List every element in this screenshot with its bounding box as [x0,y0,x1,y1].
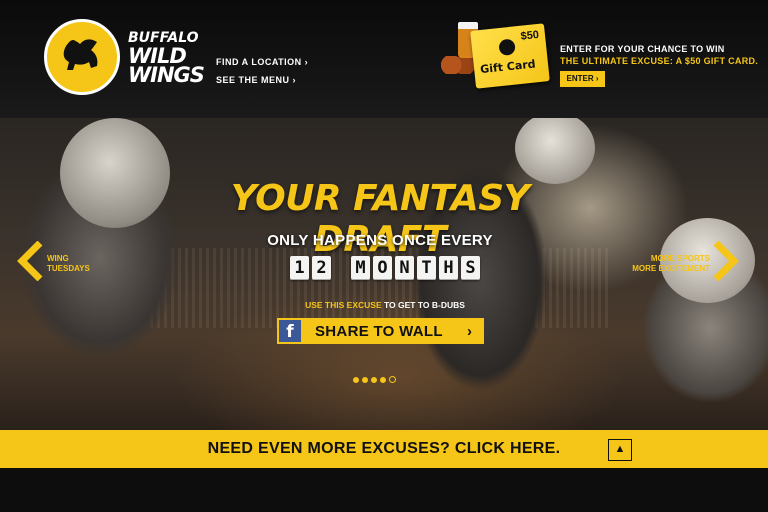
flip-char: M [351,256,370,280]
flip-char: 2 [312,256,331,280]
facebook-icon: f [279,320,301,342]
brand-wordmark[interactable]: Buffalo Wild Wings [128,30,208,87]
excuse-caption: Use this excuse to get to B-Dubs [280,300,490,310]
nav-see-menu[interactable]: See the Menu › [216,75,296,85]
flip-counter: 1 2 M O N T H S [290,256,483,282]
site-header: Buffalo Wild Wings Find a Location › See … [0,0,768,118]
next-label-line-2: More Excitement [632,264,710,273]
flip-char: 1 [290,256,309,280]
share-to-wall-button[interactable]: f Share to Wall › [277,318,484,344]
next-slide-button[interactable] [712,240,740,282]
next-label-line-1: More Sports [650,254,710,263]
enter-button-label: Enter [566,74,594,83]
helmet-center-image [515,118,595,184]
share-button-label: Share to Wall [315,322,443,340]
flip-char: O [373,256,392,280]
gift-card-image[interactable]: $50 Gift Card [470,23,550,89]
more-excuses-link[interactable]: Need even more excuses? Click here. [0,430,768,468]
footer-cta-bar: Need even more excuses? Click here. [0,430,768,468]
caret-up-icon: ▲ [614,443,626,455]
carousel-dot[interactable] [353,377,359,383]
promo-line-1: Enter for your chance to win [560,44,725,54]
chevron-right-icon: › [467,322,472,340]
excuse-highlight: Use this excuse [305,300,382,310]
prev-slide-label[interactable]: Wing Tuesdays [47,254,90,274]
carousel-dot[interactable] [371,377,377,383]
flip-char: H [439,256,458,280]
carousel-dot[interactable] [389,376,396,383]
carousel-dots [353,376,399,383]
prev-slide-button[interactable] [16,240,44,282]
chevron-right-icon: › [304,57,309,67]
page-bottom [0,468,768,512]
brand-line-3: Wings [128,63,205,87]
chevron-right-icon: › [292,75,297,85]
flip-char: S [461,256,480,280]
prev-label-line-1: Wing [47,254,69,263]
logo[interactable] [44,19,120,95]
buffalo-icon [49,24,115,90]
carousel-dot[interactable] [380,377,386,383]
next-slide-label[interactable]: More Sports More Excitement [624,254,710,274]
hero-subhead: Only happens once every [267,232,493,249]
promo-line-2: The Ultimate Excuse: A $50 Gift Card. [560,56,759,66]
wings-image [441,56,475,74]
nav-find-location-label: Find a Location [216,57,302,67]
arrow-left-icon [17,240,43,282]
nav-find-location[interactable]: Find a Location › [216,57,308,67]
gift-card-amount: $50 [520,28,540,43]
enter-button[interactable]: Enter › [560,71,605,87]
chevron-right-icon: › [595,74,599,83]
helmet-left-image [60,118,170,228]
gift-card-label: Gift Card [479,57,537,77]
arrow-right-icon [713,240,739,282]
excuse-rest: to get to B-Dubs [381,300,465,310]
flip-char [334,256,348,280]
scroll-up-button[interactable]: ▲ [608,439,632,461]
gift-card-logo-icon [498,38,516,57]
flip-char: N [395,256,414,280]
carousel-dot[interactable] [362,377,368,383]
nav-see-menu-label: See the Menu [216,75,290,85]
prev-label-line-2: Tuesdays [47,264,90,273]
flip-char: T [417,256,436,280]
